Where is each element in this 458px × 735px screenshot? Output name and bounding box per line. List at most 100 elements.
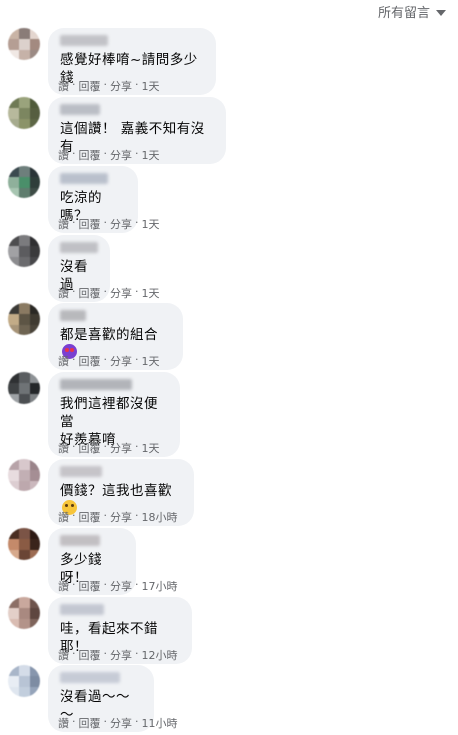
avatar-pixel [30,597,40,608]
like-button[interactable]: 讚 [58,578,69,594]
comment-item: 感覺好棒唷~請問多少錢讚 · 回覆 · 分享 · 1天 [8,28,448,95]
reply-button[interactable]: 回覆 [79,440,101,456]
avatar-pixel [30,119,40,129]
separator: · [135,285,139,298]
separator: · [103,285,108,298]
reply-button[interactable]: 回覆 [79,285,101,301]
avatar-pixel [19,687,30,697]
like-button[interactable]: 讚 [58,78,69,94]
share-button[interactable]: 分享 [110,285,132,301]
author-name-redacted[interactable] [60,35,108,46]
timestamp-link[interactable]: 1天 [142,440,160,456]
share-button[interactable]: 分享 [110,353,132,369]
avatar-pixel [19,470,30,481]
avatar-pixel [30,550,40,560]
like-button[interactable]: 讚 [58,440,69,456]
separator: · [72,647,76,660]
share-button[interactable]: 分享 [110,78,132,94]
timestamp-link[interactable]: 1天 [142,147,160,163]
timestamp-link[interactable]: 17小時 [142,578,178,594]
author-name-redacted[interactable] [60,672,120,683]
avatar[interactable] [8,303,40,335]
avatar-pixel [19,235,30,246]
avatar-pixel [19,188,30,198]
separator: · [135,509,139,522]
reply-button[interactable]: 回覆 [79,147,101,163]
separator: · [135,147,139,160]
like-button[interactable]: 讚 [58,353,69,369]
timestamp-link[interactable]: 11小時 [142,715,178,731]
comment-sort-dropdown[interactable]: 所有留言 [378,2,446,21]
author-name-redacted[interactable] [60,535,100,546]
author-name-redacted[interactable] [60,379,132,390]
avatar-pixel [8,28,19,39]
avatar[interactable] [8,665,40,697]
share-button[interactable]: 分享 [110,578,132,594]
author-name-redacted[interactable] [60,173,108,184]
avatar-pixel [30,528,40,539]
reply-button[interactable]: 回覆 [79,647,101,663]
avatar-pixel [8,470,19,481]
avatar[interactable] [8,166,40,198]
share-button[interactable]: 分享 [110,509,132,525]
like-button[interactable]: 讚 [58,147,69,163]
timestamp-link[interactable]: 1天 [142,353,160,369]
avatar[interactable] [8,528,40,560]
avatar-pixel [30,481,40,491]
avatar-pixel [8,528,19,539]
timestamp-link[interactable]: 1天 [142,216,160,232]
timestamp-link[interactable]: 1天 [142,78,160,94]
like-button[interactable]: 讚 [58,216,69,232]
avatar-pixel [19,166,30,177]
avatar-pixel [19,619,30,629]
share-button[interactable]: 分享 [110,715,132,731]
timestamp-link[interactable]: 12小時 [142,647,178,663]
share-button[interactable]: 分享 [110,647,132,663]
reply-button[interactable]: 回覆 [79,78,101,94]
reply-button[interactable]: 回覆 [79,509,101,525]
avatar-pixel [30,39,40,50]
reply-button[interactable]: 回覆 [79,715,101,731]
share-button[interactable]: 分享 [110,147,132,163]
author-name-redacted[interactable] [60,604,104,615]
avatar-pixel [19,97,30,108]
avatar[interactable] [8,372,40,404]
avatar-pixel [30,619,40,629]
like-button[interactable]: 讚 [58,647,69,663]
avatar[interactable] [8,235,40,267]
avatar-pixel [30,459,40,470]
author-name-redacted[interactable] [60,242,98,253]
comment-item: 沒看過～～～讚 · 回覆 · 分享 · 11小時 [8,665,448,732]
avatar[interactable] [8,459,40,491]
avatar-pixel [30,166,40,177]
separator: · [103,78,108,91]
separator: · [72,509,76,522]
separator: · [103,509,108,522]
share-button[interactable]: 分享 [110,216,132,232]
author-name-redacted[interactable] [60,310,86,321]
avatar-pixel [30,50,40,60]
reply-button[interactable]: 回覆 [79,216,101,232]
like-button[interactable]: 讚 [58,285,69,301]
chevron-down-icon [436,9,446,16]
avatar[interactable] [8,97,40,129]
avatar[interactable] [8,597,40,629]
like-button[interactable]: 讚 [58,509,69,525]
share-button[interactable]: 分享 [110,440,132,456]
avatar-pixel [19,383,30,394]
like-button[interactable]: 讚 [58,715,69,731]
timestamp-link[interactable]: 1天 [142,285,160,301]
reply-button[interactable]: 回覆 [79,578,101,594]
avatar-pixel [8,539,19,550]
comment-item: 沒看過讚 · 回覆 · 分享 · 1天 [8,235,448,302]
author-name-redacted[interactable] [60,104,100,115]
separator: · [135,578,139,591]
timestamp-link[interactable]: 18小時 [142,509,178,525]
avatar[interactable] [8,28,40,60]
reply-button[interactable]: 回覆 [79,353,101,369]
separator: · [103,647,108,660]
separator: · [103,216,108,229]
avatar-pixel [30,687,40,697]
avatar-pixel [8,108,19,119]
author-name-redacted[interactable] [60,466,102,477]
